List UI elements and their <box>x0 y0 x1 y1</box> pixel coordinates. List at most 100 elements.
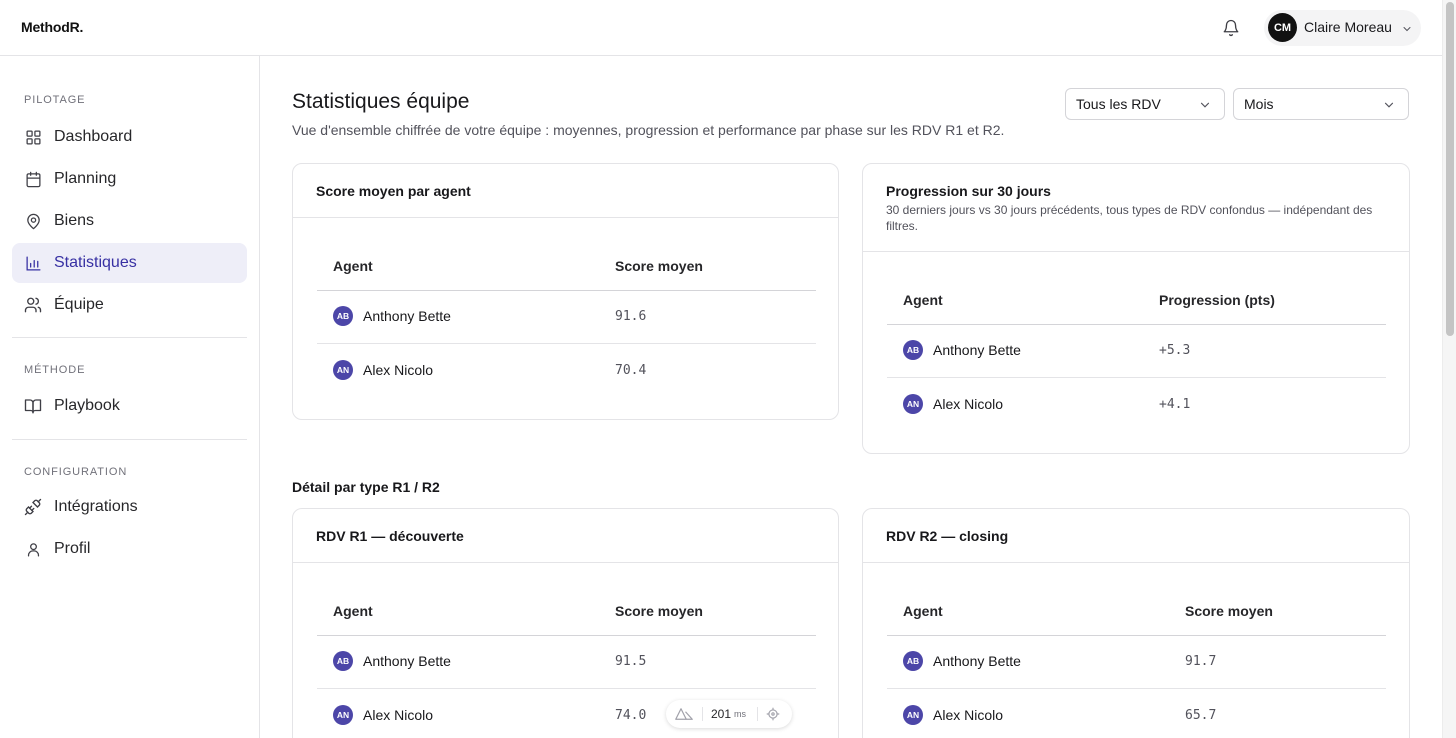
user-avatar: CM <box>1268 13 1297 42</box>
sidebar-divider <box>12 439 247 440</box>
card-header: RDV R1 — découverte <box>293 509 838 563</box>
agent-name: Anthony Bette <box>933 342 1021 358</box>
period-select[interactable]: Mois <box>1233 88 1409 120</box>
bell-icon[interactable] <box>1219 16 1243 40</box>
table-divider <box>317 290 816 291</box>
top-bar: MethodR. CM Claire Moreau <box>0 0 1442 56</box>
user-icon <box>24 540 42 558</box>
chevron-down-icon <box>1382 98 1396 115</box>
user-name: Claire Moreau <box>1304 19 1392 35</box>
table-divider <box>887 635 1386 636</box>
score-value: 91.5 <box>615 654 647 669</box>
sidebar-item-label: Statistiques <box>54 254 137 271</box>
rdv-type-select-value: Tous les RDV <box>1076 96 1161 112</box>
sidebar-item-label: Intégrations <box>54 498 138 515</box>
sidebar-item-statistiques[interactable]: Statistiques <box>12 243 247 283</box>
sidebar-item-label: Playbook <box>54 397 120 414</box>
rdv-type-select[interactable]: Tous les RDV <box>1065 88 1225 120</box>
agent-name: Anthony Bette <box>933 653 1021 669</box>
section-title: Détail par type R1 / R2 <box>292 479 440 495</box>
agent-name: Anthony Bette <box>363 308 451 324</box>
column-header-agent[interactable]: Agent <box>333 603 373 619</box>
card-title: RDV R2 — closing <box>886 528 1009 544</box>
card-header: Score moyen par agent <box>293 164 838 218</box>
sidebar-item-biens[interactable]: Biens <box>12 201 247 241</box>
sidebar-item-label: Équipe <box>54 296 104 313</box>
scrollbar-thumb[interactable] <box>1446 2 1454 336</box>
score-value: 91.6 <box>615 309 647 324</box>
table-row: AN Alex Nicolo <box>333 360 433 380</box>
map-pin-icon <box>24 212 42 230</box>
card-title: RDV R1 — découverte <box>316 528 464 544</box>
plug-icon <box>24 498 42 516</box>
page-title: Statistiques équipe <box>292 90 470 113</box>
users-icon <box>24 296 42 314</box>
table-divider <box>887 688 1386 689</box>
sidebar-item-playbook[interactable]: Playbook <box>12 386 247 426</box>
progression-value: +5.3 <box>1159 343 1191 358</box>
table-row: AB Anthony Bette <box>333 306 451 326</box>
widget-separator <box>757 707 758 721</box>
agent-name: Alex Nicolo <box>933 396 1004 412</box>
latency-value: 201 <box>711 707 732 721</box>
score-value: 65.7 <box>1185 708 1217 723</box>
latency-unit: ms <box>734 709 746 719</box>
table-divider <box>887 377 1386 378</box>
sidebar-item-integrations[interactable]: Intégrations <box>12 487 247 527</box>
column-header-score[interactable]: Score moyen <box>615 603 703 619</box>
agent-name: Alex Nicolo <box>363 362 434 378</box>
page-subtitle: Vue d'ensemble chiffrée de votre équipe … <box>292 122 1005 138</box>
calendar-icon <box>24 170 42 188</box>
app-logo[interactable]: MethodR. <box>21 19 83 35</box>
sidebar-item-profil[interactable]: Profil <box>12 529 247 569</box>
column-header-agent[interactable]: Agent <box>903 292 943 308</box>
agent-avatar: AB <box>903 651 923 671</box>
page-scrollbar[interactable] <box>1442 0 1456 738</box>
sidebar-item-equipe[interactable]: Équipe <box>12 285 247 325</box>
sidebar-item-label: Profil <box>54 540 91 557</box>
sidebar-divider <box>12 337 247 338</box>
agent-avatar: AN <box>333 360 353 380</box>
table-divider <box>317 343 816 344</box>
table-row: AN Alex Nicolo <box>333 705 433 725</box>
card-description: 30 derniers jours vs 30 jours précédents… <box>886 203 1373 233</box>
agent-avatar: AB <box>903 340 923 360</box>
score-moyen-card: Score moyen par agent Agent Score moyen … <box>292 163 839 420</box>
column-header-agent[interactable]: Agent <box>903 603 943 619</box>
widget-separator <box>702 707 703 721</box>
book-icon <box>24 397 42 415</box>
user-menu-button[interactable]: CM Claire Moreau <box>1264 10 1421 46</box>
card-title: Score moyen par agent <box>316 183 471 199</box>
table-divider <box>887 324 1386 325</box>
sidebar-item-label: Dashboard <box>54 128 133 145</box>
score-value: 74.0 <box>615 708 647 723</box>
column-header-score[interactable]: Score moyen <box>615 258 703 274</box>
sidebar-section-label: MÉTHODE <box>24 364 86 376</box>
rdv-r2-card: RDV R2 — closing Agent Score moyen AB An… <box>862 508 1410 738</box>
column-header-progression[interactable]: Progression (pts) <box>1159 292 1275 308</box>
performance-widget[interactable]: 201 ms <box>666 700 792 728</box>
agent-avatar: AN <box>333 705 353 725</box>
column-header-score[interactable]: Score moyen <box>1185 603 1273 619</box>
sidebar-section-label: CONFIGURATION <box>24 466 128 478</box>
card-header: RDV R2 — closing <box>863 509 1409 563</box>
score-value: 70.4 <box>615 363 647 378</box>
chevron-down-icon <box>1401 22 1413 40</box>
sidebar-item-dashboard[interactable]: Dashboard <box>12 117 247 157</box>
agent-avatar: AN <box>903 394 923 414</box>
sidebar-section-label: PILOTAGE <box>24 94 86 106</box>
agent-name: Anthony Bette <box>363 653 451 669</box>
chevron-down-icon <box>1198 98 1212 115</box>
agent-name: Alex Nicolo <box>933 707 1004 723</box>
crosshair-icon[interactable] <box>766 707 780 724</box>
sidebar-item-planning[interactable]: Planning <box>12 159 247 199</box>
column-header-agent[interactable]: Agent <box>333 258 373 274</box>
score-value: 91.7 <box>1185 654 1217 669</box>
sidebar-item-label: Planning <box>54 170 117 187</box>
table-row: AB Anthony Bette <box>903 340 1021 360</box>
progression-card: Progression sur 30 jours 30 derniers jou… <box>862 163 1410 454</box>
triangle-logo-icon[interactable] <box>675 706 693 725</box>
table-row: AN Alex Nicolo <box>903 394 1003 414</box>
progression-value: +4.1 <box>1159 397 1191 412</box>
agent-avatar: AN <box>903 705 923 725</box>
